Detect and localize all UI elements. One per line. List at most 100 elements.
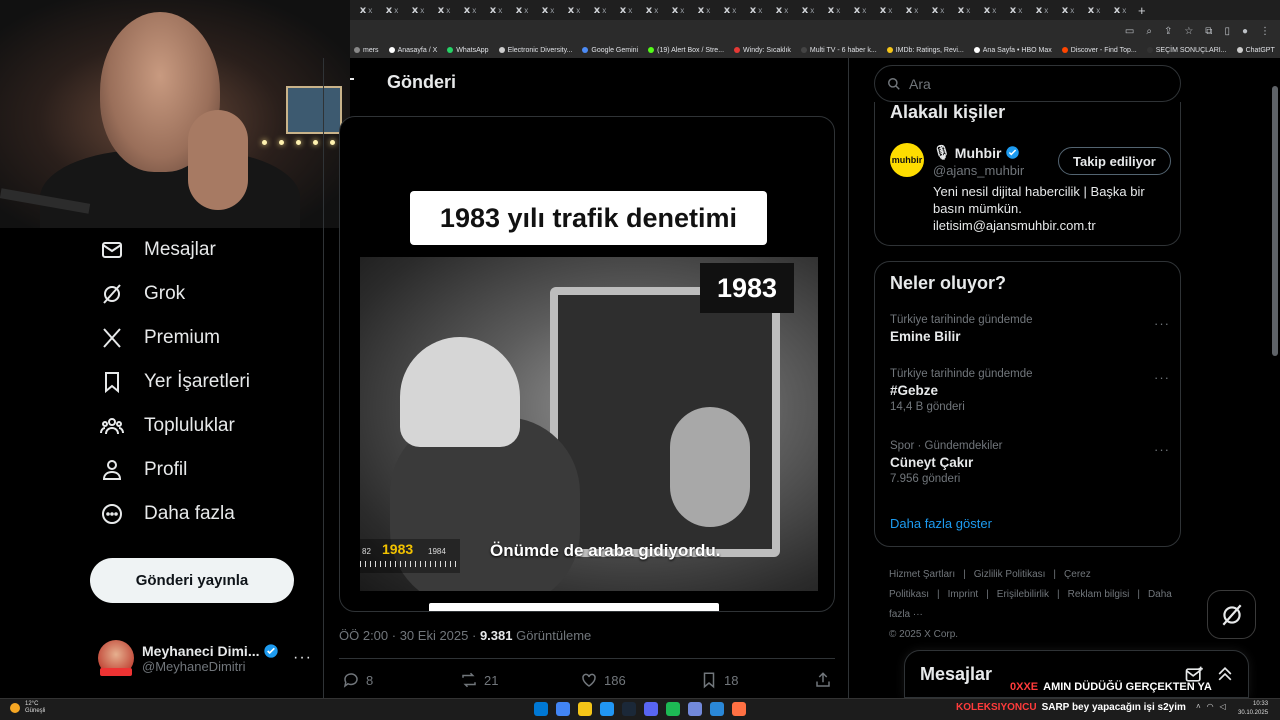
close-tab-icon[interactable]: x [498, 6, 502, 15]
close-tab-icon[interactable]: x [706, 6, 710, 15]
close-tab-icon[interactable]: x [680, 6, 684, 15]
bookmark-item[interactable]: ChatGPT [1236, 47, 1275, 54]
close-tab-icon[interactable]: x [784, 6, 788, 15]
taskbar-app-icon[interactable] [688, 702, 702, 716]
nav-item-communities[interactable]: Topluluklar [90, 404, 320, 448]
browser-tab[interactable]: xx [926, 2, 950, 18]
grok-floating-button[interactable] [1207, 590, 1256, 639]
repost-button[interactable]: 21 [460, 671, 580, 689]
bookmark-item[interactable]: Windy: Sıcaklık [734, 47, 791, 54]
zoom-icon[interactable]: ⌕ [1146, 26, 1152, 37]
close-tab-icon[interactable]: x [1018, 6, 1022, 15]
post-date[interactable]: 30 Eki 2025 [400, 628, 469, 643]
taskbar-app-icon[interactable] [578, 702, 592, 716]
taskbar-app-icon[interactable] [644, 702, 658, 716]
show-more-link[interactable]: Daha fazla göster [890, 516, 992, 531]
browser-tab[interactable]: xx [562, 2, 586, 18]
footer-link[interactable]: Erişilebilirlik [997, 589, 1049, 600]
following-button[interactable]: Takip ediliyor [1058, 147, 1171, 175]
close-tab-icon[interactable]: x [368, 6, 372, 15]
close-tab-icon[interactable]: x [420, 6, 424, 15]
nav-item-profile[interactable]: Profil [90, 448, 320, 492]
bookmark-item[interactable]: Google Gemini [582, 47, 638, 54]
extensions-icon[interactable]: ⧉ [1205, 26, 1212, 37]
browser-tab[interactable]: xx [588, 2, 612, 18]
bookmark-item[interactable]: WhatsApp [447, 47, 489, 54]
back-arrow-icon[interactable] [350, 78, 354, 80]
nav-item-messages[interactable]: Mesajlar [90, 228, 320, 272]
muhbir-avatar[interactable]: muhbir [890, 143, 924, 177]
close-tab-icon[interactable]: x [472, 6, 476, 15]
trend-more-icon[interactable]: ··· [1154, 442, 1170, 457]
volume-icon[interactable]: ◁ [1220, 702, 1226, 711]
taskbar-app-icon[interactable] [732, 702, 746, 716]
taskbar-app-icon[interactable] [534, 702, 548, 716]
browser-tab[interactable]: xx [354, 2, 378, 18]
close-tab-icon[interactable]: x [524, 6, 528, 15]
close-tab-icon[interactable]: x [602, 6, 606, 15]
browser-tab[interactable]: xx [822, 2, 846, 18]
nav-item-bookmarks[interactable]: Yer İşaretleri [90, 360, 320, 404]
close-tab-icon[interactable]: x [836, 6, 840, 15]
browser-tab[interactable]: xx [510, 2, 534, 18]
star-icon[interactable]: ☆ [1184, 26, 1193, 37]
close-tab-icon[interactable]: x [966, 6, 970, 15]
nav-item-premium[interactable]: Premium [90, 316, 320, 360]
profile-icon[interactable]: ● [1242, 26, 1248, 37]
taskbar-app-icon[interactable] [622, 702, 636, 716]
browser-tab[interactable]: xx [1004, 2, 1028, 18]
trend-item[interactable]: Spor · Gündemdekiler Cüneyt Çakır 7.956 … [890, 440, 1170, 485]
trend-more-icon[interactable]: ··· [1154, 370, 1170, 385]
close-tab-icon[interactable]: x [394, 6, 398, 15]
browser-tab[interactable]: xx [1082, 2, 1106, 18]
tray-chevron-icon[interactable]: ˄ [1196, 702, 1201, 711]
browser-tab[interactable]: xx [640, 2, 664, 18]
footer-link[interactable]: Reklam bilgisi [1068, 589, 1130, 600]
close-tab-icon[interactable]: x [446, 6, 450, 15]
taskbar-app-icon[interactable] [600, 702, 614, 716]
related-name-row[interactable]: 🎙 Muhbir [933, 144, 1020, 161]
taskbar-app-icon[interactable] [710, 702, 724, 716]
browser-tab[interactable]: xx [744, 2, 768, 18]
bookmark-item[interactable]: IMDb: Ratings, Revi... [886, 47, 964, 54]
browser-tab[interactable]: xx [796, 2, 820, 18]
close-tab-icon[interactable]: x [992, 6, 996, 15]
browser-tab[interactable]: xx [380, 2, 404, 18]
footer-link[interactable]: Imprint [948, 589, 979, 600]
close-tab-icon[interactable]: x [732, 6, 736, 15]
browser-tab[interactable]: xx [978, 2, 1002, 18]
bookmark-item[interactable]: Ana Sayfa • HBO Max [973, 47, 1052, 54]
browser-tab[interactable]: xx [614, 2, 638, 18]
close-tab-icon[interactable]: x [576, 6, 580, 15]
footer-link[interactable]: Hizmet Şartları [889, 569, 955, 580]
close-tab-icon[interactable]: x [914, 6, 918, 15]
bookmark-item[interactable]: Electronic Diversity... [498, 47, 572, 54]
expand-up-icon[interactable] [1215, 664, 1235, 684]
close-tab-icon[interactable]: x [888, 6, 892, 15]
trend-item[interactable]: Türkiye tarihinde gündemde Emine Bilir ·… [890, 314, 1170, 344]
sidebar-icon[interactable]: ▯ [1224, 26, 1230, 37]
browser-tab[interactable]: xx [1108, 2, 1132, 18]
close-tab-icon[interactable]: x [550, 6, 554, 15]
browser-tab[interactable]: xx [1030, 2, 1054, 18]
bookmark-item[interactable]: Multi TV - 6 haber k... [800, 47, 877, 54]
post-button[interactable]: Gönderi yayınla [90, 558, 294, 603]
browser-tab[interactable]: xx [848, 2, 872, 18]
browser-tab[interactable]: xx [484, 2, 508, 18]
search-input[interactable] [909, 75, 1149, 92]
close-tab-icon[interactable]: x [628, 6, 632, 15]
system-clock[interactable]: 10:33 30.10.2025 [1238, 700, 1268, 718]
browser-tab[interactable]: xx [770, 2, 794, 18]
bookmark-item[interactable]: Anasayfa / X [388, 47, 437, 54]
close-tab-icon[interactable]: x [1096, 6, 1100, 15]
share-icon[interactable]: ⇪ [1164, 26, 1172, 37]
browser-tab[interactable]: xx [692, 2, 716, 18]
video-player[interactable]: 1983 yılı trafik denetimi 1983 82 1983 1… [339, 116, 835, 612]
trend-more-icon[interactable]: ··· [1154, 316, 1170, 331]
browser-tab[interactable]: xx [718, 2, 742, 18]
footer-link[interactable]: Gizlilik Politikası [974, 569, 1046, 580]
close-tab-icon[interactable]: x [1070, 6, 1074, 15]
like-button[interactable]: 186 [580, 671, 700, 689]
weather-widget[interactable]: 12°C Güneşli [10, 701, 45, 715]
close-tab-icon[interactable]: x [940, 6, 944, 15]
